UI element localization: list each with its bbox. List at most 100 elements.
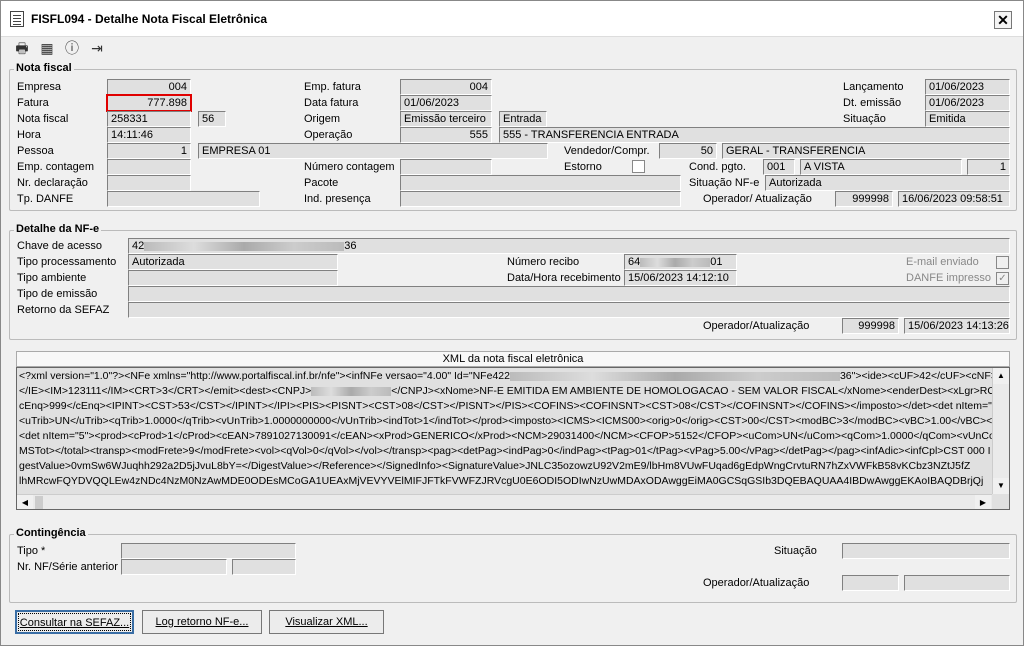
empresa-label: Empresa xyxy=(17,81,62,93)
nota-fiscal-field[interactable]: 258331 xyxy=(107,111,191,127)
situacao-field[interactable] xyxy=(842,543,1010,559)
vertical-scrollbar[interactable]: ▲ ▼ xyxy=(992,368,1009,494)
nr-declaracao-field[interactable] xyxy=(107,175,191,191)
calendar-icon[interactable]: ▦ xyxy=(38,39,56,57)
data-recebimento-label: Data/Hora recebimento xyxy=(507,272,621,284)
chave-field[interactable]: 42 36 xyxy=(128,238,1010,254)
xml-text: MSTot></total><transp><modFrete>9</modFr… xyxy=(19,445,991,457)
help-icon[interactable]: ⓘ xyxy=(63,39,81,57)
scroll-down-icon[interactable]: ▼ xyxy=(993,478,1009,494)
group-title: Contingência xyxy=(14,527,88,539)
empresa-field[interactable]: 004 xyxy=(107,79,191,95)
horizontal-scrollbar[interactable]: ◀ ▶ xyxy=(17,494,992,509)
operacao-desc-field[interactable]: 555 - TRANSFERENCIA ENTRADA xyxy=(499,127,1010,143)
consultar-sefaz-button[interactable]: Consultar na SEFAZ... xyxy=(15,610,134,634)
danfe-checkbox[interactable]: ✓ xyxy=(996,272,1009,285)
xml-line: cEnq>999</cEnq><IPINT><CST>53</CST></IPI… xyxy=(19,399,1009,414)
pessoa-name-field[interactable]: EMPRESA 01 xyxy=(198,143,548,159)
tipo-field[interactable] xyxy=(121,543,296,559)
emp-fatura-field[interactable]: 004 xyxy=(400,79,492,95)
estorno-checkbox[interactable] xyxy=(632,160,645,173)
origem-label: Origem xyxy=(304,113,341,125)
cond-pgto-desc-field[interactable]: A VISTA xyxy=(800,159,962,175)
numero-contagem-label: Número contagem xyxy=(304,161,395,173)
xml-line: <?xml version="1.0"?><NFe xmlns="http://… xyxy=(19,369,1010,384)
scroll-up-icon[interactable]: ▲ xyxy=(993,368,1009,384)
hora-field[interactable]: 14:11:46 xyxy=(107,127,191,143)
xml-header: XML da nota fiscal eletrônica xyxy=(16,351,1010,367)
xml-line: <uTrib>UN</uTrib><qTrib>1.0000</qTrib><v… xyxy=(19,414,998,429)
numero-recibo-field[interactable]: 64 01 xyxy=(624,254,737,270)
tipo-emissao-field[interactable] xyxy=(128,286,1010,302)
chave-label: Chave de acesso xyxy=(17,240,102,252)
pessoa-label: Pessoa xyxy=(17,145,54,157)
retorno-label: Retorno da SEFAZ xyxy=(17,304,110,316)
vendedor-desc-field[interactable]: GERAL - TRANSFERENCIA xyxy=(722,143,1010,159)
operador-label: Operador/Atualização xyxy=(703,320,810,332)
redacted-blur xyxy=(144,241,345,251)
atualizacao-field[interactable]: 15/06/2023 14:13:26 xyxy=(904,318,1010,334)
log-retorno-button[interactable]: Log retorno NF-e... xyxy=(142,610,262,634)
operacao-code-field[interactable]: 555 xyxy=(400,127,492,143)
scroll-right-icon[interactable]: ▶ xyxy=(975,495,991,509)
operador-field[interactable] xyxy=(842,575,899,591)
scroll-left-icon[interactable]: ◀ xyxy=(17,495,33,509)
xml-line: MSTot></total><transp><modFrete>9</modFr… xyxy=(19,444,991,459)
situacao-field[interactable]: Emitida xyxy=(925,111,1010,127)
data-fatura-field[interactable]: 01/06/2023 xyxy=(400,95,492,111)
close-button[interactable]: ✕ xyxy=(994,11,1012,29)
tp-danfe-label: Tp. DANFE xyxy=(17,193,74,205)
origem-field[interactable]: Emissão terceiro xyxy=(400,111,492,127)
hora-label: Hora xyxy=(17,129,41,141)
data-recebimento-field[interactable]: 15/06/2023 14:12:10 xyxy=(624,270,737,286)
lancamento-field[interactable]: 01/06/2023 xyxy=(925,79,1010,95)
ind-presenca-field[interactable] xyxy=(400,191,681,207)
recibo-end: 01 xyxy=(710,256,723,268)
scroll-thumb[interactable] xyxy=(35,496,43,509)
tp-danfe-field[interactable] xyxy=(107,191,260,207)
origem-tipo-field[interactable]: Entrada xyxy=(499,111,547,127)
cond-pgto-code-field[interactable]: 001 xyxy=(763,159,795,175)
pacote-field[interactable] xyxy=(400,175,681,191)
serie-field[interactable]: 56 xyxy=(198,111,226,127)
print-icon[interactable]: 🖶 xyxy=(13,39,31,57)
nr-nf-field[interactable] xyxy=(121,559,227,575)
emp-contagem-label: Emp. contagem xyxy=(17,161,95,173)
tipo-processamento-field[interactable]: Autorizada xyxy=(128,254,338,270)
operacao-label: Operação xyxy=(304,129,353,141)
redacted-blur xyxy=(640,257,711,267)
atualizacao-field[interactable]: 16/06/2023 09:58:51 xyxy=(898,191,1010,207)
nota-fiscal-label: Nota fiscal xyxy=(17,113,69,125)
xml-text: <uTrib>UN</uTrib><qTrib>1.0000</qTrib><v… xyxy=(19,415,999,427)
serie-anterior-field[interactable] xyxy=(232,559,296,575)
situacao-nfe-field[interactable]: Autorizada xyxy=(765,175,1010,191)
cond-pgto-parcelas-field[interactable]: 1 xyxy=(967,159,1010,175)
tipo-ambiente-label: Tipo ambiente xyxy=(17,272,87,284)
redacted-blur xyxy=(311,386,392,396)
numero-contagem-field[interactable] xyxy=(400,159,492,175)
dt-emissao-field[interactable]: 01/06/2023 xyxy=(925,95,1010,111)
operador-field[interactable]: 999998 xyxy=(842,318,899,334)
xml-line: </IE><IM>123111</IM><CRT>3</CRT></emit><… xyxy=(19,384,1009,399)
window-title: FISFL094 - Detalhe Nota Fiscal Eletrônic… xyxy=(31,12,268,26)
tipo-processamento-label: Tipo processamento xyxy=(17,256,117,268)
xml-text: 36"><ide><cUF>42</cUF><cNF>94589293</cNF xyxy=(839,370,1010,382)
vendedor-code-field[interactable]: 50 xyxy=(659,143,717,159)
email-checkbox[interactable] xyxy=(996,256,1009,269)
emp-contagem-field[interactable] xyxy=(107,159,191,175)
visualizar-xml-button[interactable]: Visualizar XML... xyxy=(269,610,384,634)
xml-text: gestValue>0vmSw6WJuqhh292a2D5jJvuL8bY=</… xyxy=(19,460,971,472)
retorno-field[interactable] xyxy=(128,302,1010,318)
operador-field[interactable]: 999998 xyxy=(835,191,893,207)
pessoa-code-field[interactable]: 1 xyxy=(107,143,191,159)
xml-text: <det nItem="5"><prod><cProd>1</cProd><cE… xyxy=(19,430,1010,442)
redacted-blur xyxy=(509,371,840,381)
cond-pgto-label: Cond. pgto. xyxy=(689,161,746,173)
atualizacao-field[interactable] xyxy=(904,575,1010,591)
exit-icon[interactable]: ⇥ xyxy=(88,39,106,57)
xml-text: </IE><IM>123111</IM><CRT>3</CRT></emit><… xyxy=(19,385,312,397)
tipo-ambiente-field[interactable] xyxy=(128,270,338,286)
xml-line: lhMRcwFQYDVQQLEw4zNDc4NzM0NzAwMDE0ODEsMC… xyxy=(19,474,983,489)
fatura-field[interactable]: 777.898 xyxy=(106,94,192,112)
xml-textarea[interactable]: <?xml version="1.0"?><NFe xmlns="http://… xyxy=(16,367,1010,510)
